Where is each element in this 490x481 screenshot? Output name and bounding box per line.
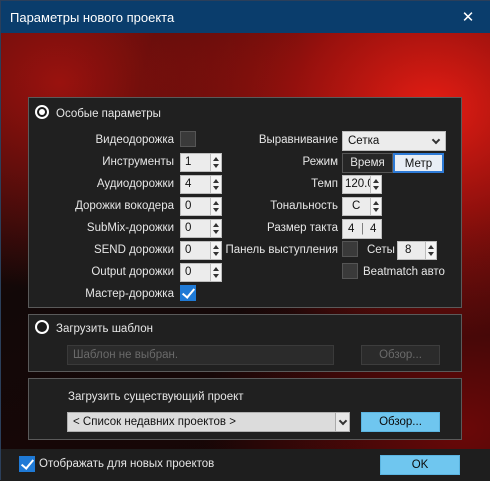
performance-panel-label: Панель выступления bbox=[225, 244, 338, 256]
output-tracks-stepper[interactable]: 0 bbox=[180, 263, 222, 282]
template-panel: Загрузить шаблон Шаблон не выбран. Обзор… bbox=[28, 314, 462, 372]
tempo-stepper[interactable]: 120.0 bbox=[342, 175, 382, 194]
title-bar: Параметры нового проекта ✕ bbox=[1, 1, 490, 33]
beatmatch-label: Beatmatch авто bbox=[363, 266, 445, 278]
template-path-field: Шаблон не выбран. bbox=[67, 345, 334, 365]
template-browse-button[interactable]: Обзор... bbox=[361, 345, 440, 365]
stepper-arrows-icon[interactable] bbox=[370, 176, 381, 193]
stepper-arrows-icon[interactable] bbox=[210, 264, 221, 281]
existing-project-label: Загрузить существующий проект bbox=[68, 391, 244, 403]
master-track-label: Мастер-дорожка bbox=[85, 288, 174, 300]
time-signature-label: Размер такта bbox=[267, 222, 338, 234]
show-for-new-checkbox[interactable] bbox=[19, 456, 35, 472]
key-stepper[interactable]: C bbox=[342, 197, 382, 216]
mode-time-button[interactable]: Время bbox=[342, 153, 393, 173]
dialog-footer: Отображать для новых проектов OK bbox=[1, 449, 490, 481]
existing-browse-button[interactable]: Обзор... bbox=[361, 412, 440, 432]
sets-stepper[interactable]: 8 bbox=[397, 241, 437, 260]
send-tracks-label: SEND дорожки bbox=[93, 244, 174, 256]
time-signature-divider: | bbox=[361, 223, 364, 235]
video-track-label: Видеодорожка bbox=[95, 134, 174, 146]
time-signature-numerator: 4 bbox=[348, 223, 355, 235]
instruments-label: Инструменты bbox=[102, 156, 174, 168]
special-params-radio[interactable] bbox=[35, 105, 49, 119]
dialog-window: Параметры нового проекта ✕ Особые параме… bbox=[0, 0, 490, 481]
stepper-arrows-icon[interactable] bbox=[370, 198, 381, 215]
time-signature-denominator: 4 bbox=[370, 223, 377, 235]
show-for-new-label: Отображать для новых проектов bbox=[39, 458, 215, 470]
special-params-label: Особые параметры bbox=[56, 108, 161, 120]
master-track-checkbox[interactable] bbox=[180, 285, 196, 301]
audio-tracks-label: Аудиодорожки bbox=[96, 178, 174, 190]
window-title: Параметры нового проекта bbox=[10, 9, 175, 25]
chevron-down-icon bbox=[431, 135, 441, 145]
vocoder-tracks-label: Дорожки вокодера bbox=[75, 200, 174, 212]
tempo-label: Темп bbox=[311, 178, 338, 190]
special-params-panel: Особые параметры Видеодорожка Инструмент… bbox=[28, 97, 462, 308]
submix-tracks-label: SubMix-дорожки bbox=[86, 222, 174, 234]
output-tracks-label: Output дорожки bbox=[91, 266, 174, 278]
ok-button[interactable]: OK bbox=[380, 455, 460, 475]
chevron-down-icon[interactable] bbox=[335, 413, 349, 431]
key-label: Тональность bbox=[270, 200, 338, 212]
close-icon[interactable]: ✕ bbox=[445, 1, 490, 33]
alignment-select[interactable]: Сетка bbox=[342, 131, 446, 151]
performance-panel-checkbox[interactable] bbox=[342, 241, 358, 257]
template-label: Загрузить шаблон bbox=[56, 323, 153, 335]
recent-projects-select[interactable]: < Список недавних проектов > bbox=[67, 412, 350, 432]
mode-toggle: Время Метр bbox=[342, 153, 444, 173]
mode-meter-button[interactable]: Метр bbox=[393, 153, 444, 173]
existing-project-panel: Загрузить существующий проект < Список н… bbox=[28, 378, 462, 440]
beatmatch-checkbox[interactable] bbox=[342, 263, 358, 279]
video-track-checkbox[interactable] bbox=[180, 131, 196, 147]
time-signature-field[interactable]: 4 | 4 bbox=[342, 219, 382, 239]
stepper-arrows-icon[interactable] bbox=[425, 242, 436, 259]
mode-label: Режим bbox=[302, 156, 338, 168]
sets-label: Сеты bbox=[367, 244, 395, 256]
template-radio[interactable] bbox=[35, 320, 49, 334]
alignment-label: Выравнивание bbox=[258, 134, 338, 146]
